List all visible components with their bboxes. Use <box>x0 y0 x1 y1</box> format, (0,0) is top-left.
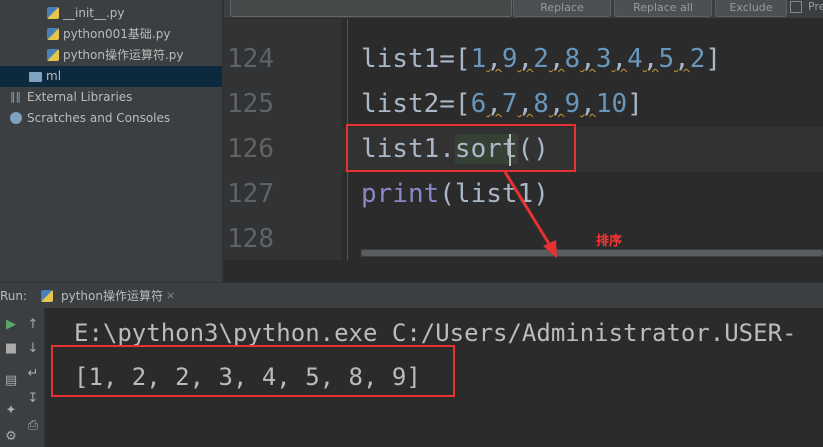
annotation-label: 排序 <box>596 234 623 249</box>
arrow-shaft <box>503 171 553 248</box>
annotation-arrow <box>503 171 557 258</box>
